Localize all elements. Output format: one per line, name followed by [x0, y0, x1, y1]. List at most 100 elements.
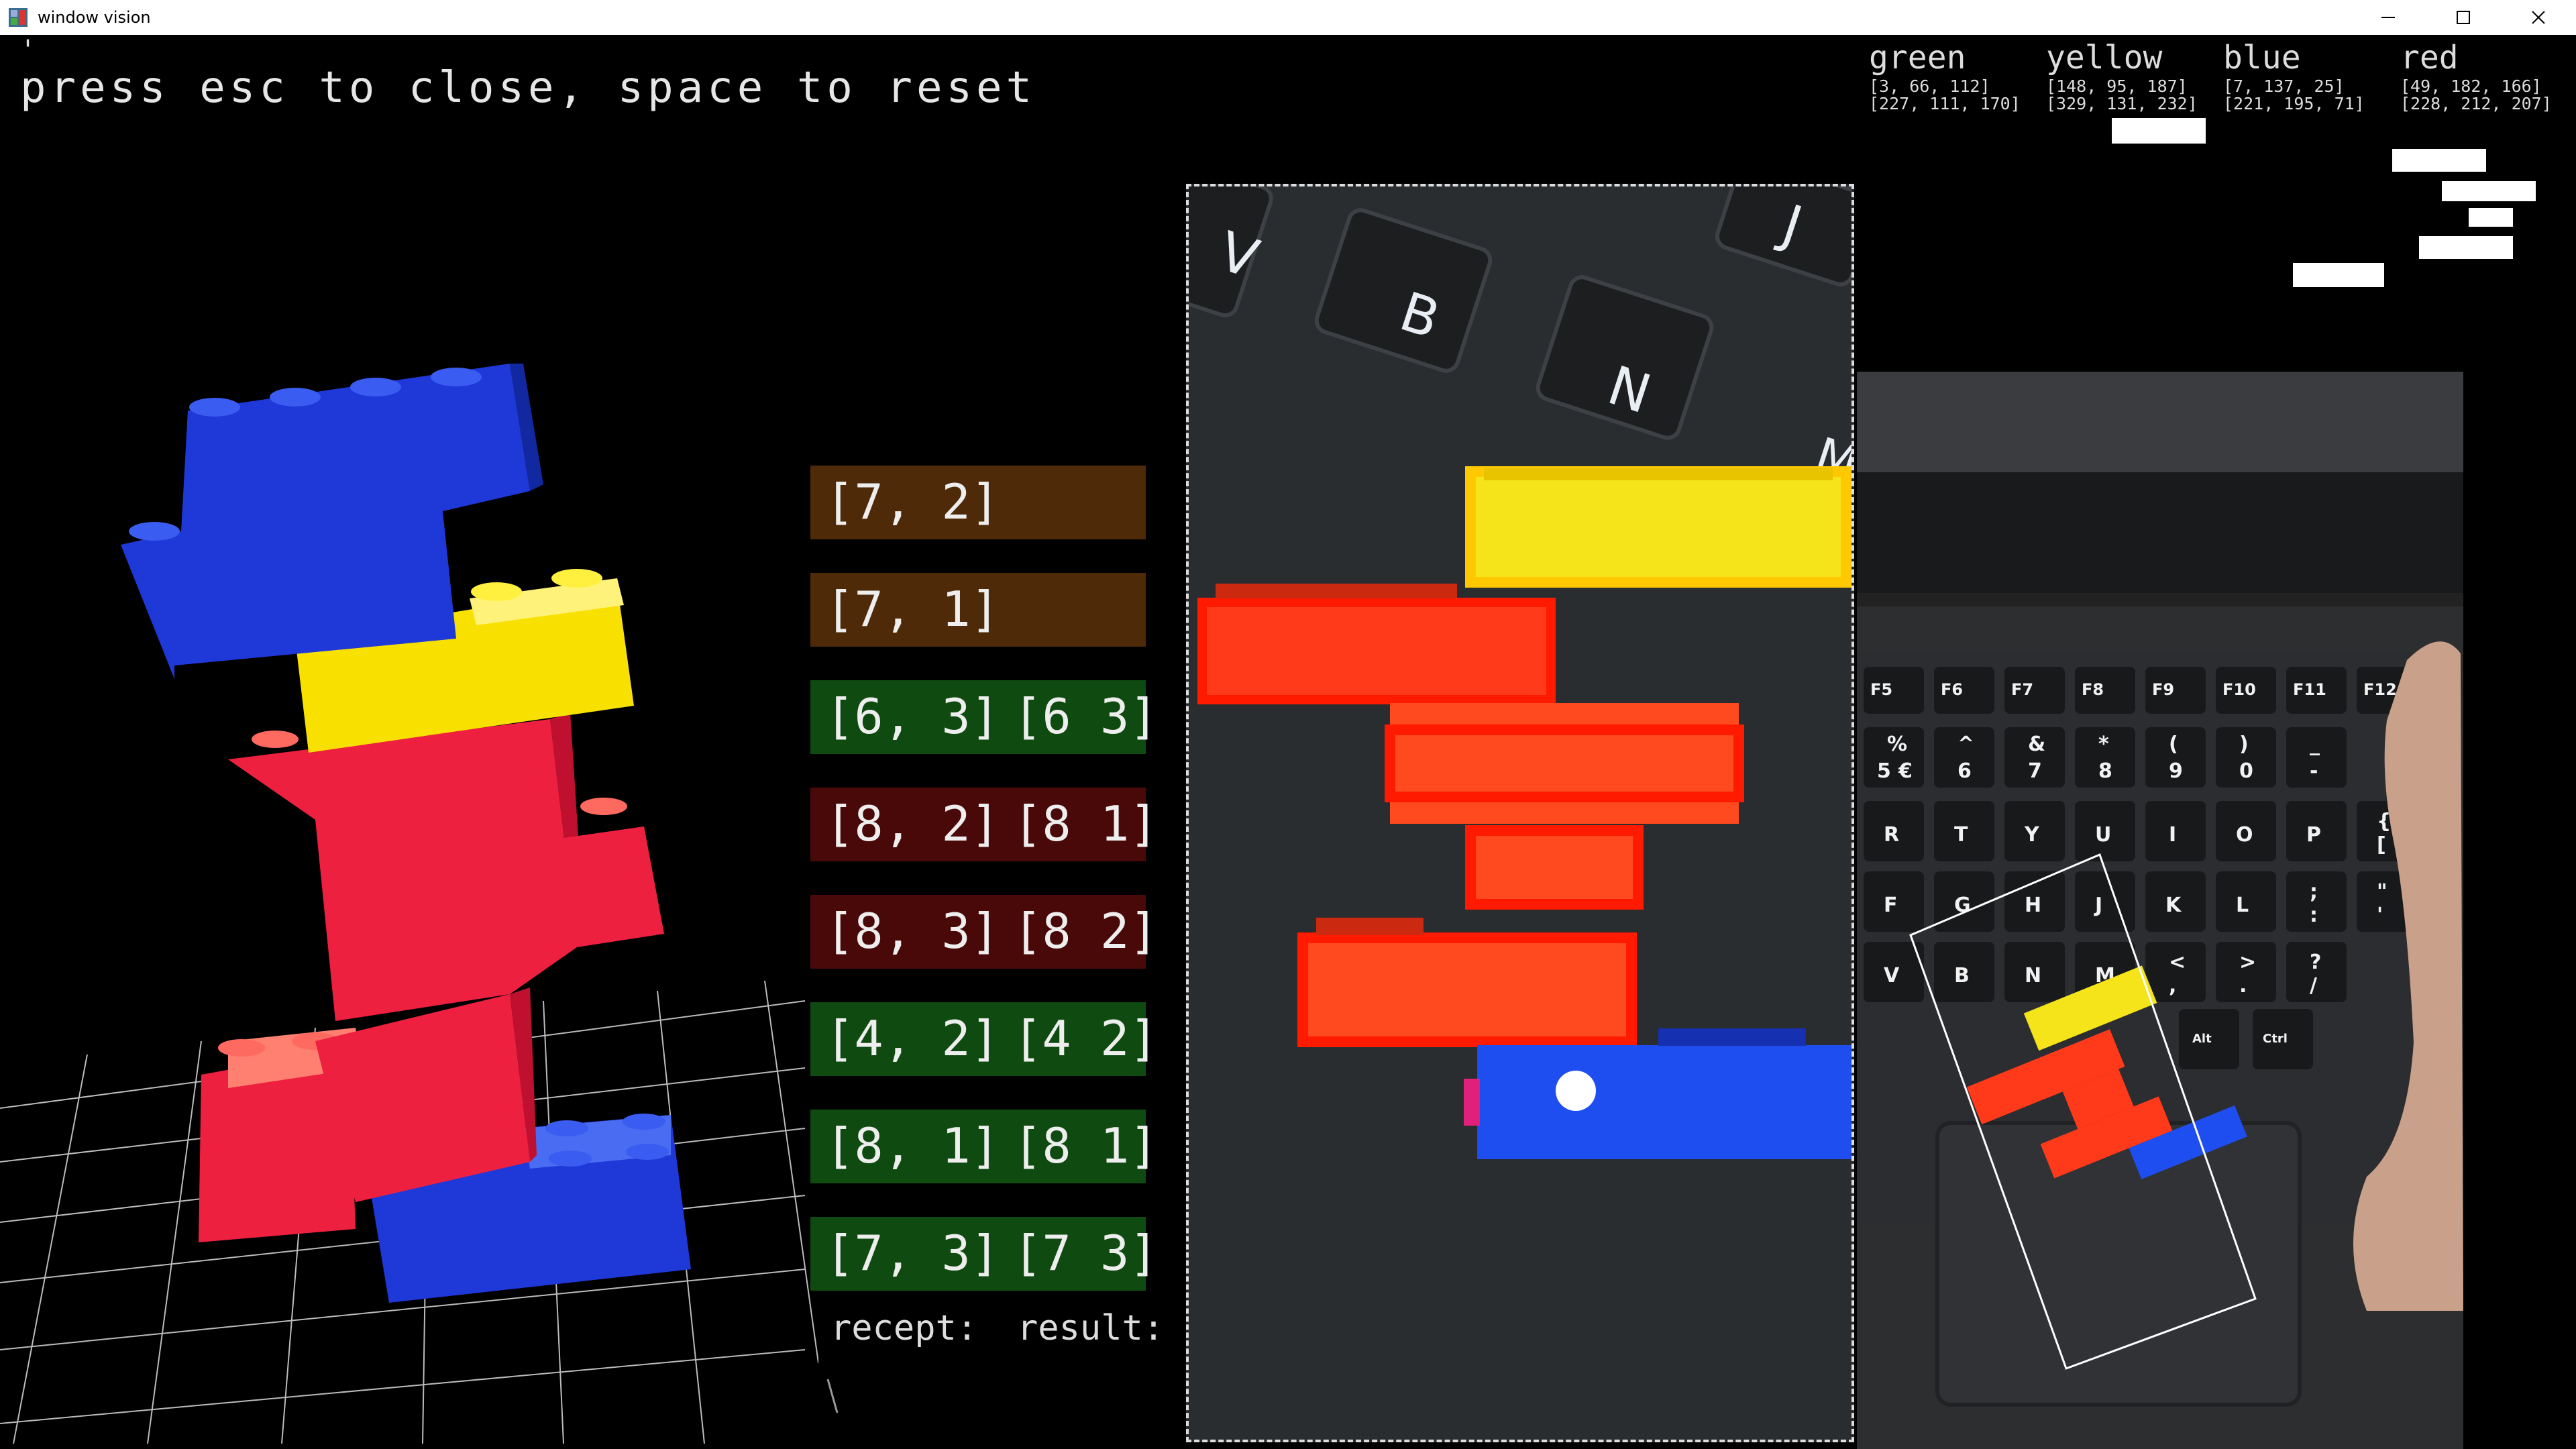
- key-label: _: [2310, 733, 2320, 756]
- key-label: P: [2306, 823, 2321, 847]
- key-label: F8: [2082, 680, 2104, 699]
- key-label: K: [2165, 894, 2182, 917]
- 3d-render: [0, 364, 818, 1444]
- result-value: [4 2]: [1013, 1010, 1159, 1067]
- key-label: Ctrl: [2263, 1032, 2288, 1046]
- color-upper: [228, 212, 207]: [2400, 94, 2552, 113]
- vision-canvas: ' press esc to close, space to reset gre…: [0, 35, 2576, 1449]
- key-label: F: [1884, 894, 1898, 917]
- color-green: green [3, 66, 112] [227, 111, 170]: [1869, 38, 2037, 113]
- key-label: ': [2377, 904, 2383, 927]
- recept-value: [8, 3]: [825, 903, 1000, 959]
- key-label: 5: [1877, 759, 1891, 783]
- color-upper: [329, 131, 232]: [2046, 94, 2198, 113]
- key-label: O: [2236, 823, 2253, 847]
- color-name: yellow: [2046, 39, 2163, 76]
- cursor-mark: [826, 1379, 839, 1413]
- tracking-point: [1556, 1071, 1596, 1111]
- result-value: [8 1]: [1013, 796, 1159, 852]
- color-lower: [7, 137, 25]: [2223, 76, 2345, 96]
- key-label: F5: [1870, 680, 1892, 699]
- list-item: [8, 1] [8 1]: [810, 1110, 1159, 1183]
- recept-value: [7, 2]: [825, 474, 1000, 530]
- recept-value: [6, 3]: [825, 688, 1000, 745]
- color-yellow: yellow [148, 95, 187] [329, 131, 232]: [2046, 38, 2214, 113]
- color-upper: [221, 195, 71]: [2223, 94, 2365, 113]
- key-label: 7: [2028, 759, 2042, 783]
- color-blue: blue [7, 137, 25] [221, 195, 71]: [2223, 38, 2391, 113]
- mask-blob: [2112, 118, 2206, 144]
- result-value: [8 2]: [1013, 903, 1159, 959]
- camera-zoom-view: V B N J M: [1189, 186, 1851, 1440]
- key-label: Alt: [2192, 1032, 2212, 1046]
- mask-blob: [2469, 208, 2513, 227]
- recept-label: recept:: [830, 1308, 978, 1348]
- key-label: *: [2098, 733, 2109, 756]
- recept-value: [7, 1]: [825, 581, 1000, 637]
- red-brick-1: [1197, 584, 1556, 704]
- red-brick-2: [1385, 703, 1744, 824]
- result-label: result:: [1017, 1308, 1165, 1348]
- close-button[interactable]: [2501, 0, 2576, 35]
- red-brick-3: [1465, 825, 1644, 910]
- minimize-button[interactable]: [2351, 0, 2426, 35]
- blue-brick: [1464, 1028, 1851, 1159]
- key-label: F9: [2152, 680, 2174, 699]
- maximize-icon: [2457, 11, 2470, 24]
- key-label: :: [2310, 904, 2318, 927]
- key-label: ": [2377, 880, 2387, 904]
- key-label: 0: [2239, 759, 2253, 783]
- key-label: H: [2025, 894, 2041, 917]
- minimize-icon: [2381, 17, 2395, 18]
- color-name: red: [2400, 39, 2459, 76]
- key-label: J: [2094, 894, 2102, 917]
- color-lower: [49, 182, 166]: [2400, 76, 2542, 96]
- color-name: green: [1869, 39, 1966, 76]
- touchpad: [1935, 1121, 2302, 1407]
- mask-blob: [2293, 263, 2384, 287]
- app-icon: [8, 7, 28, 28]
- key-label: T: [1954, 823, 1968, 847]
- hint-text: press esc to close, space to reset: [20, 63, 1036, 113]
- maximize-button[interactable]: [2426, 0, 2501, 35]
- color-name: blue: [2223, 39, 2301, 76]
- mask-blob: [2442, 181, 2536, 201]
- key-label: <: [2169, 951, 2186, 974]
- key-label: F12: [2363, 680, 2397, 699]
- result-value: [7 3]: [1013, 1225, 1159, 1281]
- recept-value: [8, 1]: [825, 1118, 1000, 1174]
- key-label: &: [2028, 733, 2045, 756]
- list-item: [8, 3] [8 2]: [810, 895, 1159, 969]
- window-title: window vision: [38, 8, 151, 27]
- key-label: ,: [2169, 974, 2176, 998]
- red-brick-4: [1297, 918, 1637, 1047]
- key-label: ?: [2310, 951, 2321, 974]
- color-red: red [49, 182, 166] [228, 212, 207]: [2400, 38, 2568, 113]
- mask-blob: [2419, 236, 2513, 259]
- key-label: ;: [2310, 880, 2318, 904]
- key-label: (: [2169, 733, 2178, 756]
- key-label: €: [1898, 759, 1913, 783]
- key-label: 8: [2098, 759, 2112, 783]
- key-label: F11: [2293, 680, 2326, 699]
- key-label: .: [2239, 974, 2247, 998]
- key-label: -: [2310, 759, 2318, 783]
- key-label: [: [2377, 833, 2386, 857]
- list-item: [6, 3] [6 3]: [810, 680, 1159, 754]
- key-label: N: [2025, 964, 2041, 987]
- color-lower: [148, 95, 187]: [2046, 76, 2188, 96]
- result-value: [8 1]: [1013, 1118, 1159, 1174]
- camera-overview-view: F5 F6 F7 F8 F9 F10 F11 F12 % 5 € ^ 6 & 7…: [1857, 372, 2463, 1407]
- key-label: F6: [1941, 680, 1963, 699]
- key-label: 6: [1957, 759, 1972, 783]
- camera-zoom-panel: V B N J M: [1186, 184, 1854, 1442]
- key-label: ): [2239, 733, 2249, 756]
- recept-value: [4, 2]: [825, 1010, 1000, 1067]
- key-label: I: [2169, 823, 2176, 847]
- recept-value: [7, 3]: [825, 1225, 1000, 1281]
- result-value: [6 3]: [1013, 688, 1159, 745]
- cursor-tick: ': [24, 35, 32, 66]
- key-label: /: [2310, 974, 2317, 998]
- list-item: [7, 1]: [810, 573, 1146, 647]
- camera-overview-panel: F5 F6 F7 F8 F9 F10 F11 F12 % 5 € ^ 6 & 7…: [1857, 372, 2463, 1449]
